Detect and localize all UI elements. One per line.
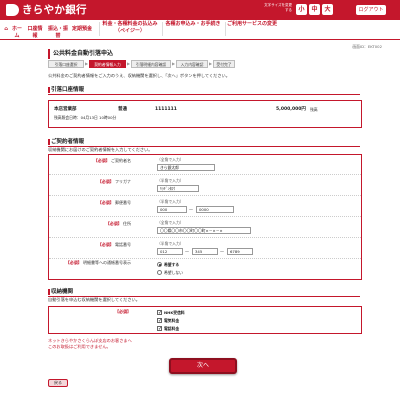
name-label: 【必須】 ご契約者名 xyxy=(49,158,131,164)
address-label-text: 住所 xyxy=(123,221,131,226)
name-label-text: ご契約者名 xyxy=(111,158,131,163)
notify-label: 【必須】 明細書等への通帳番号表示 xyxy=(49,260,131,266)
notify-yes-radio[interactable] xyxy=(157,262,162,267)
debit-account-box xyxy=(48,100,362,128)
receivers-note: 自動引落を申込む収納機関を選択してください。 xyxy=(48,297,140,302)
notify-yes-label[interactable]: 希望する xyxy=(164,262,179,267)
required-mark: 【必須】 xyxy=(97,200,114,205)
row-divider xyxy=(49,195,361,196)
nhk-label[interactable]: NHK受信料 xyxy=(164,310,185,315)
balance-date: 残高照会日時：04月13日 10時00分 xyxy=(54,115,117,120)
address-input[interactable]: 〇〇県〇〇市〇〇町〇〇町×－×－× xyxy=(157,227,251,234)
logout-button[interactable]: ログアウト xyxy=(356,5,386,15)
phone-fee-checkbox[interactable]: ✓ xyxy=(157,326,162,332)
font-size-medium-button[interactable]: 中 xyxy=(309,4,320,15)
phone-label-text: 電話番号 xyxy=(115,242,131,247)
receivers-heading: 収納機関 xyxy=(48,288,360,297)
contract-heading: ご契約者情報 xyxy=(48,138,360,147)
step-arrow-icon: ▶ xyxy=(172,61,176,66)
kana-label-text: フリガナ xyxy=(115,179,131,184)
step-2-current: 契約者情報入力 xyxy=(89,60,126,68)
font-size-large-button[interactable]: 大 xyxy=(322,4,333,15)
electricity-checkbox[interactable]: ✓ xyxy=(157,318,162,324)
postal-label-text: 郵便番号 xyxy=(115,200,131,205)
account-number: 1111111 xyxy=(155,107,177,112)
home-icon[interactable]: ⌂ xyxy=(2,26,10,33)
phone-dash: — xyxy=(185,249,189,254)
postal-code-2-input[interactable]: 0000 xyxy=(196,206,234,213)
phone-3-input[interactable]: 6789 xyxy=(227,248,253,255)
row-divider xyxy=(49,237,361,238)
contract-note: 収納機関にお届けのご契約者情報を入力してください。 xyxy=(48,147,153,152)
step-1: 引落口座選択 xyxy=(48,60,84,68)
required-mark: 【必須】 xyxy=(105,221,122,226)
bank-logo-text: きらやか銀行 xyxy=(22,4,87,16)
step-3: 引落明細内容確認 xyxy=(131,60,171,68)
step-4: 入力内容確認 xyxy=(176,60,208,68)
notify-no-radio[interactable] xyxy=(157,270,162,275)
kana-input[interactable]: ｷﾗｷﾞﾝﾀﾛｳ xyxy=(157,185,199,192)
account-balance: 5,000,000円 xyxy=(276,107,306,112)
postal-dash: — xyxy=(189,207,193,212)
intro-text: 公共料金のご契約者情報をご入力のうえ、収納機関を選択し、「次へ」ボタンを押してく… xyxy=(48,73,230,78)
required-mark: 【必須】 xyxy=(115,309,131,314)
branch-name: 本店営業部 xyxy=(54,107,77,112)
nhk-checkbox[interactable]: ✓ xyxy=(157,310,162,316)
address-label: 【必須】 住所 xyxy=(49,221,131,227)
branch-notice-line2: このお取扱はご利用できません。 xyxy=(48,344,111,349)
notify-no-label[interactable]: 希望しない xyxy=(164,270,183,275)
required-mark: 【必須】 xyxy=(65,260,82,265)
phone-dash: — xyxy=(220,249,224,254)
contract-name-input[interactable]: きら銀太郎 xyxy=(157,164,215,171)
next-button[interactable]: 次へ xyxy=(169,358,237,374)
nav-transfer[interactable]: 振込・振替 xyxy=(47,26,69,40)
required-mark: 【必須】 xyxy=(97,179,114,184)
nav-time-deposit[interactable]: 定期預金 xyxy=(72,26,92,33)
nav-divider xyxy=(225,22,226,36)
address-hint: （全角で入力） xyxy=(157,220,184,225)
phone-hint: （半角で入力） xyxy=(157,241,184,246)
notify-label-text: 明細書等への通帳番号表示 xyxy=(83,260,131,265)
step-5: 受付完了 xyxy=(213,60,235,68)
account-type: 普通 xyxy=(118,107,127,112)
receivers-required: 【必須】 xyxy=(49,309,131,315)
row-divider xyxy=(49,216,361,217)
required-mark: 【必須】 xyxy=(97,242,114,247)
phone-1-input[interactable]: 012 xyxy=(157,248,183,255)
name-hint: （全角で入力） xyxy=(157,157,184,162)
required-mark: 【必須】 xyxy=(93,158,110,163)
step-arrow-icon: ▶ xyxy=(209,61,213,66)
font-size-label: 文字サイズを変更する xyxy=(264,3,292,12)
nav-divider xyxy=(99,22,100,36)
page-title: 公共料金自動引落申込 xyxy=(48,49,358,59)
phone-2-input[interactable]: 345 xyxy=(192,248,218,255)
row-divider xyxy=(49,258,361,259)
kana-label: 【必須】 フリガナ xyxy=(49,179,131,185)
bank-logo-icon xyxy=(6,4,19,16)
balance-suffix: 残高 xyxy=(310,107,318,112)
row-divider xyxy=(49,174,361,175)
step-arrow-icon: ▶ xyxy=(85,61,89,66)
nav-account-info[interactable]: 口座情報 xyxy=(26,26,44,40)
debit-account-heading: 引落口座情報 xyxy=(48,86,360,95)
back-button[interactable]: 戻る xyxy=(48,379,68,387)
phone-label: 【必須】 電話番号 xyxy=(49,242,131,248)
nav-service-change[interactable]: ご利用サービスの変更 xyxy=(227,21,277,28)
nav-home[interactable]: ホーム xyxy=(10,26,24,40)
nav-divider xyxy=(162,22,163,36)
step-arrow-icon: ▶ xyxy=(127,61,131,66)
postal-hint: （半角で入力） xyxy=(157,199,184,204)
phone-fee-label[interactable]: 電話料金 xyxy=(164,326,179,331)
postal-code-1-input[interactable]: 000 xyxy=(157,206,187,213)
kana-hint: （半角で入力） xyxy=(157,178,184,183)
postal-label: 【必須】 郵便番号 xyxy=(49,200,131,206)
electricity-label[interactable]: 電気料金 xyxy=(164,318,179,323)
nav-payeasy[interactable]: 料金・各種料金の払込み（ペイジー） xyxy=(101,21,159,35)
font-size-small-button[interactable]: 小 xyxy=(296,4,307,15)
nav-applications[interactable]: 各種お申込み・お手続き xyxy=(164,21,222,28)
